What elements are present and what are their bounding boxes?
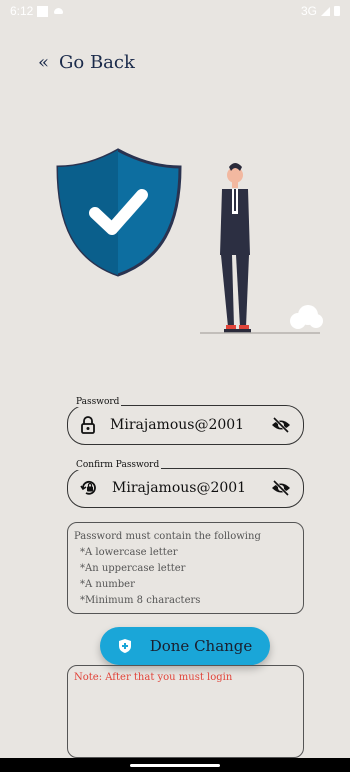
password-rules-box: Password must contain the following *A l… <box>67 522 304 614</box>
lock-icon <box>81 416 95 434</box>
rules-title: Password must contain the following <box>74 531 261 542</box>
note-text: Note: After that you must login <box>74 672 233 683</box>
note-box: Note: After that you must login <box>67 665 304 758</box>
network-label: 3G <box>300 4 317 18</box>
done-change-label: Done Change <box>149 637 253 655</box>
rule-item: *A lowercase letter <box>80 547 178 558</box>
security-illustration <box>56 148 323 334</box>
password-value: Mirajamous@2001 <box>110 417 245 433</box>
password-field[interactable]: Password Mirajamous@2001 <box>67 397 304 445</box>
go-back-label: Go Back <box>59 52 135 73</box>
eye-off-icon[interactable] <box>271 479 291 497</box>
password-label: Password <box>74 397 122 407</box>
status-bar: 6:12 3G <box>0 0 350 22</box>
battery-icon <box>334 6 340 16</box>
home-indicator[interactable] <box>130 763 220 767</box>
rule-item: *Minimum 8 characters <box>80 595 201 606</box>
signal-icon <box>321 6 330 16</box>
rule-item: *An uppercase letter <box>80 563 186 574</box>
rule-item: *A number <box>80 579 135 590</box>
confirm-password-field[interactable]: Confirm Password Mirajamous@2001 <box>67 460 304 508</box>
confirm-password-label: Confirm Password <box>74 460 162 470</box>
shield-icon <box>118 639 131 653</box>
status-right: 3G <box>301 4 340 18</box>
person-figure <box>220 163 251 333</box>
cloud-decoration <box>290 305 323 329</box>
back-icon: « <box>38 52 50 73</box>
eye-off-icon[interactable] <box>271 416 291 434</box>
go-back-button[interactable]: « Go Back <box>38 52 135 73</box>
done-change-button[interactable]: Done Change <box>100 627 270 665</box>
shield-icon <box>56 148 182 277</box>
status-time: 6:12 <box>10 4 34 18</box>
cloud-icon <box>54 8 64 14</box>
notification-icon <box>37 5 49 17</box>
navigation-bar <box>0 758 350 772</box>
confirm-password-value: Mirajamous@2001 <box>112 480 247 496</box>
lock-reset-icon <box>80 480 96 495</box>
